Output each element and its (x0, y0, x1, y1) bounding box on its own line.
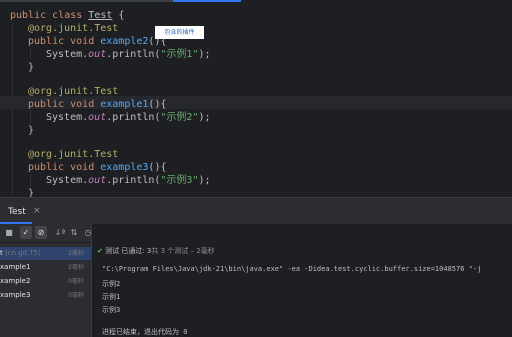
sort-icon[interactable]: ↓ª (54, 226, 66, 239)
run-panel-header: Test × (0, 197, 512, 224)
code-token: System. (46, 49, 89, 60)
indent-guide (30, 175, 31, 187)
method-signature: public void example3(){ (28, 161, 166, 174)
tree-row-time: 2毫秒 (68, 250, 84, 257)
method-name: example1 (100, 99, 149, 110)
string-literal: "示例2" (160, 112, 199, 123)
annotation: @org.junit.Test (28, 86, 119, 97)
signature: (){ (148, 162, 167, 173)
closing-brace: } (28, 62, 35, 73)
close-icon[interactable]: × (33, 206, 41, 216)
keyword: class (52, 10, 83, 21)
annotation-line: @org.junit.Test (28, 148, 118, 161)
method-signature: public void example1(){ (28, 98, 166, 111)
code-token: System. (46, 175, 89, 186)
code-token: .println( (106, 175, 161, 186)
indent-guide (30, 111, 31, 123)
annotation-line: @org.junit.Test (28, 22, 118, 35)
code-token: ); (198, 175, 211, 186)
tree-row[interactable]: xample2 0毫秒 (0, 275, 91, 288)
output-line: 示例1 (102, 293, 121, 301)
console-output[interactable]: ✔ 测试 已通过: 3共 3 个测试 – 2毫秒 "C:\Program Fil… (92, 224, 512, 337)
check-icon: ✔ (97, 247, 103, 255)
indent-guide (30, 47, 31, 59)
test-toolbar: ■ ✓ ⊘ ↓ª ⇅ ◷ (0, 224, 91, 242)
string-literal: "示例1" (160, 49, 199, 60)
output-line: 示例3 (102, 306, 121, 314)
tree-row-name: t (cn.gd.T5) (0, 247, 41, 260)
method-name: example2 (100, 36, 149, 47)
print-statement: System.out.println("示例2"); (46, 111, 211, 124)
indent-guide (12, 24, 13, 196)
code-token: System. (46, 112, 89, 123)
annotation-line: @org.junit.Test (28, 85, 118, 98)
code-token: out (88, 49, 107, 60)
keyword: public void (28, 99, 101, 110)
exit-line: 进程已结束，退出代码为 0 (102, 328, 188, 336)
code-token: out (88, 175, 107, 186)
code-token: .println( (106, 49, 161, 60)
code-token: ); (198, 112, 211, 123)
keyword: public void (28, 162, 101, 173)
print-statement: System.out.println("示例1"); (46, 48, 211, 61)
code-token: ); (198, 49, 211, 60)
status-label: 测试 已通过: (105, 247, 145, 255)
brace: { (112, 10, 125, 21)
string-literal: "示例3" (160, 175, 199, 186)
print-statement: System.out.println("示例3"); (46, 174, 211, 187)
keyword: public void (28, 36, 101, 47)
check-icon[interactable]: ✓ (20, 226, 32, 239)
tree-row[interactable]: xample1 2毫秒 (0, 261, 91, 274)
tree-row-label: xample1 (0, 263, 31, 271)
stop-circle-icon[interactable]: ⊘ (35, 226, 47, 239)
tree-row-label: xample3 (0, 291, 31, 299)
active-tab-indicator (173, 0, 241, 2)
run-tab-title[interactable]: Test (8, 207, 26, 217)
signature: (){ (148, 99, 167, 110)
code-editor[interactable]: public class Test { @org.junit.Test publ… (0, 0, 512, 199)
tree-row-label: t (0, 249, 3, 257)
tree-row-time: 0毫秒 (68, 292, 84, 299)
sort-duration-icon[interactable]: ⇅ (68, 226, 80, 239)
annotation: @org.junit.Test (28, 149, 119, 160)
code-token: out (88, 112, 107, 123)
tree-row-package: (cn.gd.T5) (4, 249, 41, 257)
tree-row-time: 0毫秒 (68, 278, 84, 285)
test-tree: t (cn.gd.T5) 2毫秒 xample1 2毫秒 xample2 0毫秒… (0, 243, 91, 337)
code-token: .println( (106, 112, 161, 123)
tree-row-time: 2毫秒 (68, 264, 84, 271)
plugin-tooltip: 包含的插件 (155, 26, 204, 39)
keyword: public (10, 10, 47, 21)
command-line: "C:\Program Files\Java\jdk-21\bin\java.e… (102, 265, 482, 273)
tree-row-label: xample2 (0, 277, 31, 285)
tree-row[interactable]: t (cn.gd.T5) 2毫秒 (0, 247, 91, 260)
closing-brace: } (28, 125, 35, 136)
method-name: example3 (100, 162, 149, 173)
method-signature: public void example2(){ (28, 35, 166, 48)
code-line-class: public class Test { (10, 9, 124, 22)
status-detail: 共 3 个测试 – 2毫秒 (151, 247, 215, 255)
annotation: @org.junit.Test (28, 23, 119, 34)
stop-icon[interactable]: ■ (3, 226, 15, 239)
tree-row[interactable]: xample3 0毫秒 (0, 289, 91, 302)
test-status: ✔ 测试 已通过: 3共 3 个测试 – 2毫秒 (97, 246, 215, 256)
tab-bar-divider (0, 0, 173, 2)
output-line: 示例2 (102, 280, 121, 288)
class-name: Test (88, 10, 113, 21)
